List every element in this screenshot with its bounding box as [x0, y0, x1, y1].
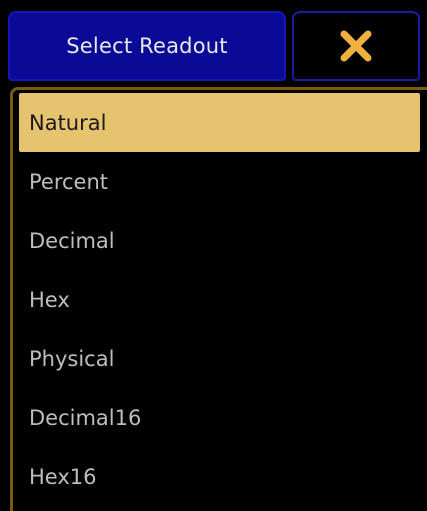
readout-option-decimal16[interactable]: Decimal16 [19, 388, 420, 447]
readout-option-hex16[interactable]: Hex16 [19, 447, 420, 506]
readout-option-list: Natural Percent Decimal Hex Physical Dec… [10, 87, 427, 511]
readout-option-percent[interactable]: Percent [19, 152, 420, 211]
readout-option-physical[interactable]: Physical [19, 329, 420, 388]
close-x-icon [340, 30, 372, 62]
readout-option-decimal[interactable]: Decimal [19, 211, 420, 270]
dialog-title: Select Readout [8, 11, 286, 81]
select-readout-dialog: Select Readout Natural Percent Decimal H… [0, 0, 427, 511]
readout-option-hex[interactable]: Hex [19, 270, 420, 329]
close-button[interactable] [292, 11, 420, 81]
readout-items: Natural Percent Decimal Hex Physical Dec… [19, 93, 420, 506]
readout-option-natural[interactable]: Natural [19, 93, 420, 152]
